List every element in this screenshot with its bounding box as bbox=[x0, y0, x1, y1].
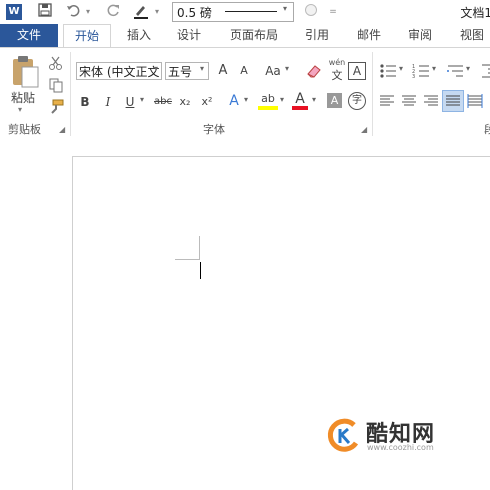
text-effects-button[interactable]: A bbox=[226, 92, 242, 110]
highlight-color-swatch bbox=[258, 106, 278, 110]
italic-button[interactable]: I bbox=[102, 93, 114, 111]
tab-file[interactable]: 文件 bbox=[0, 24, 58, 47]
bullets-icon[interactable] bbox=[379, 62, 397, 80]
align-left-icon[interactable] bbox=[379, 93, 395, 109]
highlight-dropdown-icon[interactable]: ▾ bbox=[280, 95, 284, 104]
shrink-font-button[interactable]: A bbox=[236, 62, 252, 80]
group-divider bbox=[372, 52, 373, 136]
undo-dropdown-icon[interactable]: ▾ bbox=[83, 3, 93, 21]
tab-page-layout[interactable]: 页面布局 bbox=[226, 24, 282, 47]
distributed-align-icon[interactable] bbox=[467, 93, 483, 109]
tab-mailings[interactable]: 邮件 bbox=[352, 24, 386, 47]
cut-icon[interactable] bbox=[48, 55, 64, 71]
subscript-button[interactable]: x₂ bbox=[176, 93, 194, 111]
justify-button[interactable] bbox=[442, 90, 464, 112]
numbering-icon[interactable]: 123 bbox=[412, 62, 430, 80]
font-name-select[interactable]: 宋体 (中文正文 bbox=[76, 62, 162, 80]
decrease-indent-icon[interactable] bbox=[480, 62, 490, 80]
tab-home[interactable]: 开始 bbox=[63, 24, 111, 48]
paste-icon[interactable] bbox=[9, 55, 41, 89]
align-right-icon[interactable] bbox=[423, 93, 439, 109]
superscript-button[interactable]: x² bbox=[198, 93, 216, 111]
text-effects-dropdown-icon[interactable]: ▾ bbox=[244, 95, 248, 104]
font-color-dropdown-icon[interactable]: ▾ bbox=[312, 95, 316, 104]
svg-text:3: 3 bbox=[412, 74, 415, 80]
tab-review[interactable]: 审阅 bbox=[403, 24, 437, 47]
align-center-icon[interactable] bbox=[401, 93, 417, 109]
tab-references[interactable]: 引用 bbox=[300, 24, 334, 47]
change-case-dropdown-icon[interactable]: ▾ bbox=[285, 64, 289, 73]
page-top-edge bbox=[72, 156, 490, 157]
quick-access-toolbar: W ▾ ▾ 0.5 磅 ▾ = 文档1 bbox=[0, 0, 490, 24]
font-dialog-launcher-icon[interactable]: ◢ bbox=[361, 125, 367, 134]
font-group-label: 字体 bbox=[203, 123, 225, 136]
phonetic-guide-button[interactable]: 文 bbox=[329, 67, 345, 83]
chevron-down-icon: ▾ bbox=[283, 4, 288, 13]
save-icon[interactable] bbox=[36, 3, 54, 21]
phonetic-guide-top[interactable]: wén bbox=[327, 58, 347, 67]
page-left-edge bbox=[72, 156, 73, 490]
character-shading-button[interactable]: A bbox=[327, 93, 342, 108]
copy-icon[interactable] bbox=[48, 77, 64, 93]
group-divider bbox=[70, 52, 71, 136]
tab-design[interactable]: 设计 bbox=[172, 24, 206, 47]
change-case-button[interactable]: Aa bbox=[262, 62, 284, 80]
paste-button[interactable]: 粘贴 bbox=[11, 89, 35, 106]
character-border-button[interactable]: A bbox=[348, 62, 366, 80]
format-painter-icon[interactable] bbox=[48, 99, 64, 115]
paragraph-group-label: 段 bbox=[484, 123, 490, 136]
bold-button[interactable]: B bbox=[78, 93, 92, 111]
font-size-chevron-down-icon[interactable]: ▾ bbox=[200, 64, 204, 73]
border-weight-select[interactable]: 0.5 磅 ▾ bbox=[172, 2, 294, 22]
font-color-swatch bbox=[292, 106, 308, 110]
font-name-value: 宋体 (中文正文 bbox=[79, 65, 160, 79]
multilevel-list-dropdown-icon[interactable]: ▾ bbox=[466, 64, 470, 73]
margin-corner-mark bbox=[199, 236, 200, 260]
customize-toolbar-icon[interactable]: = bbox=[327, 3, 339, 21]
underline-button[interactable]: U bbox=[123, 93, 137, 111]
border-weight-value: 0.5 磅 bbox=[177, 6, 212, 20]
numbering-dropdown-icon[interactable]: ▾ bbox=[432, 64, 436, 73]
tab-view[interactable]: 视图 bbox=[455, 24, 489, 47]
font-size-value: 五号 bbox=[168, 65, 193, 79]
redo-icon[interactable] bbox=[104, 3, 122, 21]
margin-corner-mark bbox=[175, 259, 199, 260]
font-name-chevron-down-icon[interactable]: ▾ bbox=[154, 64, 158, 73]
bullets-dropdown-icon[interactable]: ▾ bbox=[399, 64, 403, 73]
clear-formatting-icon[interactable] bbox=[305, 62, 323, 80]
word-app-icon: W bbox=[6, 4, 22, 20]
line-style-preview bbox=[225, 11, 277, 12]
watermark-url: www.coozhi.com bbox=[367, 443, 434, 452]
grow-font-button[interactable]: A bbox=[214, 62, 232, 80]
strikethrough-button[interactable]: abc bbox=[152, 93, 174, 111]
pen-color-icon[interactable] bbox=[131, 3, 151, 21]
clipboard-group-label: 剪贴板 bbox=[8, 123, 41, 136]
circle-shape-icon[interactable] bbox=[303, 3, 319, 21]
tab-insert[interactable]: 插入 bbox=[122, 24, 156, 47]
text-cursor bbox=[200, 262, 201, 279]
undo-icon[interactable] bbox=[64, 3, 82, 21]
watermark-logo-icon bbox=[326, 417, 362, 453]
pen-color-dropdown-icon[interactable]: ▾ bbox=[152, 3, 162, 21]
multilevel-list-icon[interactable] bbox=[446, 62, 464, 80]
document-title: 文档1 bbox=[460, 6, 490, 20]
clipboard-dialog-launcher-icon[interactable]: ◢ bbox=[59, 125, 65, 134]
enclose-characters-button[interactable]: 字 bbox=[348, 92, 366, 110]
paste-dropdown-icon[interactable]: ▾ bbox=[18, 105, 22, 114]
underline-dropdown-icon[interactable]: ▾ bbox=[140, 95, 144, 104]
